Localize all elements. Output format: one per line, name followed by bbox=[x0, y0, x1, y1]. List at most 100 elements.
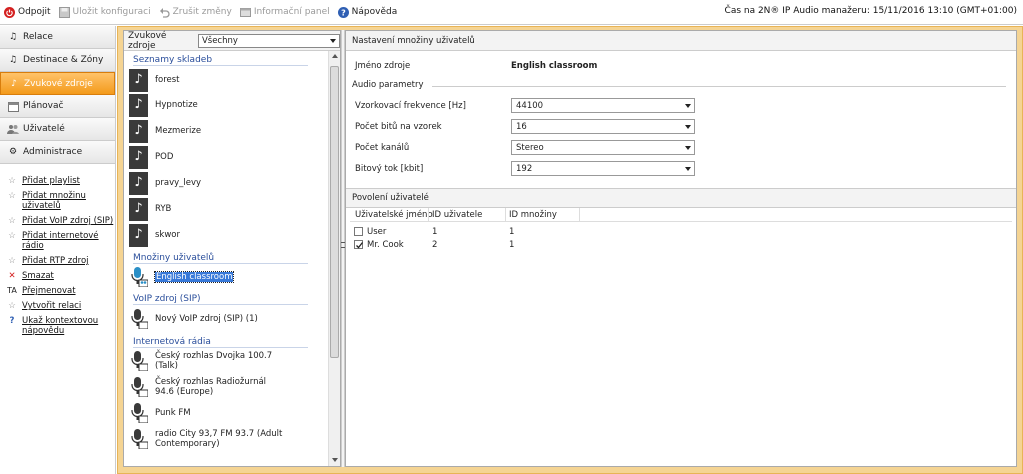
user-id: 2 bbox=[432, 240, 438, 250]
user-checkbox[interactable] bbox=[354, 227, 363, 236]
gear-icon: ⚙ bbox=[8, 147, 18, 157]
section-voip: VoIP zdroj (SIP) bbox=[124, 292, 328, 305]
users-icon bbox=[7, 123, 19, 135]
nav-planovac[interactable]: Plánovač bbox=[0, 95, 115, 118]
item-label: pravy_levy bbox=[155, 178, 202, 188]
sources-scrollbar[interactable] bbox=[328, 51, 340, 466]
help-button[interactable]: ? Nápověda bbox=[337, 2, 398, 22]
user-checkbox[interactable] bbox=[354, 240, 364, 249]
list-item[interactable]: ♪ Hypnotize bbox=[124, 92, 328, 118]
action-create-session[interactable]: ☆ Vytvořit relaci bbox=[0, 301, 115, 311]
table-row[interactable]: Mr. Cook 2 1 bbox=[354, 239, 754, 251]
action-add-radio[interactable]: ☆ Přidat internetové rádio bbox=[0, 231, 115, 251]
chevron-down-icon bbox=[685, 125, 691, 129]
list-item[interactable]: Punk FM bbox=[124, 400, 328, 426]
microphone-icon bbox=[129, 402, 148, 424]
nav-administrace[interactable]: ⚙ Administrace bbox=[0, 141, 115, 164]
info-panel-button[interactable]: Informační panel bbox=[239, 2, 330, 22]
music-note-icon: ♪ bbox=[129, 145, 148, 169]
select-value: 44100 bbox=[516, 100, 544, 111]
sources-filter-select[interactable]: Všechny bbox=[197, 33, 340, 48]
sources-panel: Zvukové zdroje Všechny Seznamy skladeb ♪… bbox=[123, 30, 341, 467]
col-set-id[interactable]: ID množiny bbox=[509, 210, 557, 220]
action-label: Přidat VoIP zdroj (SIP) bbox=[22, 216, 114, 226]
bits-select[interactable]: 16 bbox=[511, 119, 695, 134]
list-item[interactable]: Nový VoIP zdroj (SIP) (1) bbox=[124, 305, 328, 333]
item-label: RYB bbox=[155, 204, 172, 214]
select-value: 192 bbox=[516, 163, 533, 174]
list-item[interactable]: ♪ pravy_levy bbox=[124, 170, 328, 196]
item-label: English classroom bbox=[153, 271, 235, 283]
user-id: 1 bbox=[432, 227, 438, 237]
list-item[interactable]: ♪ POD bbox=[124, 144, 328, 170]
list-item[interactable]: ♪ skwor bbox=[124, 222, 328, 248]
disconnect-label: Odpojit bbox=[18, 7, 51, 17]
microphone-users-icon bbox=[129, 266, 148, 288]
channels-label: Počet kanálů bbox=[355, 143, 410, 153]
set-id: 1 bbox=[509, 227, 515, 237]
scrollbar-thumb[interactable] bbox=[330, 66, 339, 358]
rename-icon: TA bbox=[7, 286, 17, 295]
nav-label: Plánovač bbox=[23, 101, 64, 111]
allowed-users-title: Povolení uživatelé bbox=[346, 188, 1016, 208]
star-icon: ☆ bbox=[8, 216, 16, 226]
sidebar: ♫ Relace ♫ Destinace & Zóny ♪ Zvukové zdroj… bbox=[0, 26, 116, 474]
audio-source-icon: ♪ bbox=[11, 78, 17, 89]
sample-rate-select[interactable]: 44100 bbox=[511, 98, 695, 113]
action-label: Vytvořit relaci bbox=[22, 301, 82, 311]
list-item[interactable]: ♪ Mezmerize bbox=[124, 118, 328, 144]
item-label: forest bbox=[155, 75, 180, 85]
item-label: Punk FM bbox=[155, 408, 191, 418]
list-item[interactable]: radio City 93,7 FM 93.7 (Adult Contempor… bbox=[124, 426, 328, 452]
disconnect-button[interactable]: Odpojit bbox=[4, 2, 51, 22]
star-icon: ☆ bbox=[8, 301, 16, 311]
select-value: 16 bbox=[516, 121, 527, 132]
scroll-down-icon[interactable] bbox=[332, 458, 338, 462]
action-add-playlist[interactable]: ☆ Přidat playlist bbox=[0, 176, 115, 186]
section-playlists: Seznamy skladeb bbox=[124, 53, 328, 66]
chevron-down-icon bbox=[685, 104, 691, 108]
checkmark-icon bbox=[356, 242, 364, 249]
action-label: Přidat internetové rádio bbox=[22, 231, 99, 251]
action-add-userset[interactable]: ☆ Přidat množinu uživatelů bbox=[0, 191, 115, 211]
chevron-down-icon bbox=[685, 167, 691, 171]
item-label: Český rozhlas Radiožurnál 94.6 (Europe) bbox=[155, 377, 267, 397]
microphone-icon bbox=[129, 428, 148, 450]
table-row[interactable]: User 1 1 bbox=[354, 226, 754, 238]
action-delete[interactable]: ✕ Smazat bbox=[0, 271, 115, 281]
list-item[interactable]: ♪ forest bbox=[124, 68, 328, 92]
nav-zvukove-zdroje[interactable]: ♪ Zvukové zdroje bbox=[0, 72, 115, 95]
microphone-icon bbox=[129, 308, 148, 330]
music-note-icon: ♪ bbox=[129, 93, 148, 117]
action-label: Přidat množinu uživatelů bbox=[22, 191, 86, 211]
action-label: Smazat bbox=[22, 271, 54, 281]
action-add-voip[interactable]: ☆ Přidat VoIP zdroj (SIP) bbox=[0, 216, 115, 226]
bitrate-select[interactable]: 192 bbox=[511, 161, 695, 176]
action-rename[interactable]: TA Přejmenovat bbox=[0, 286, 115, 296]
scroll-up-icon[interactable] bbox=[332, 54, 338, 58]
undo-button[interactable]: Zrušit změny bbox=[159, 2, 232, 22]
action-add-rtp[interactable]: ☆ Přidat RTP zdroj bbox=[0, 256, 115, 266]
col-username[interactable]: Uživatelské jméno bbox=[355, 210, 433, 220]
help-label: Nápověda bbox=[351, 7, 398, 17]
list-item[interactable]: Český rozhlas Radiožurnál 94.6 (Europe) bbox=[124, 374, 328, 400]
list-item-selected[interactable]: English classroom bbox=[124, 264, 328, 290]
list-item[interactable]: ♪ RYB bbox=[124, 196, 328, 222]
users-table-header: Uživatelské jméno ID uživatele ID množin… bbox=[350, 208, 1012, 222]
nav-label: Zvukové zdroje bbox=[24, 78, 93, 89]
action-label: Ukaž kontextovou nápovědu bbox=[22, 316, 99, 336]
action-context-help[interactable]: ? Ukaž kontextovou nápovědu bbox=[0, 316, 115, 336]
save-config-button[interactable]: Uložit konfiguraci bbox=[58, 2, 151, 22]
music-note-icon: ♪ bbox=[129, 223, 148, 247]
sources-header-label: Zvukové zdroje bbox=[128, 30, 167, 51]
channels-select[interactable]: Stereo bbox=[511, 140, 695, 155]
list-item[interactable]: Český rozhlas Dvojka 100.7 (Talk) bbox=[124, 348, 328, 374]
nav-destinace[interactable]: ♫ Destinace & Zóny bbox=[0, 49, 115, 72]
nav-uzivatele[interactable]: Uživatelé bbox=[0, 118, 115, 141]
save-config-label: Uložit konfiguraci bbox=[72, 7, 151, 17]
item-label: Hypnotize bbox=[155, 100, 198, 110]
settings-panel: Nastavení množiny uživatelů Jméno zdroje… bbox=[345, 30, 1017, 467]
music-note-icon: ♪ bbox=[129, 68, 148, 92]
nav-relace[interactable]: ♫ Relace bbox=[0, 26, 115, 49]
col-user-id[interactable]: ID uživatele bbox=[432, 210, 482, 220]
